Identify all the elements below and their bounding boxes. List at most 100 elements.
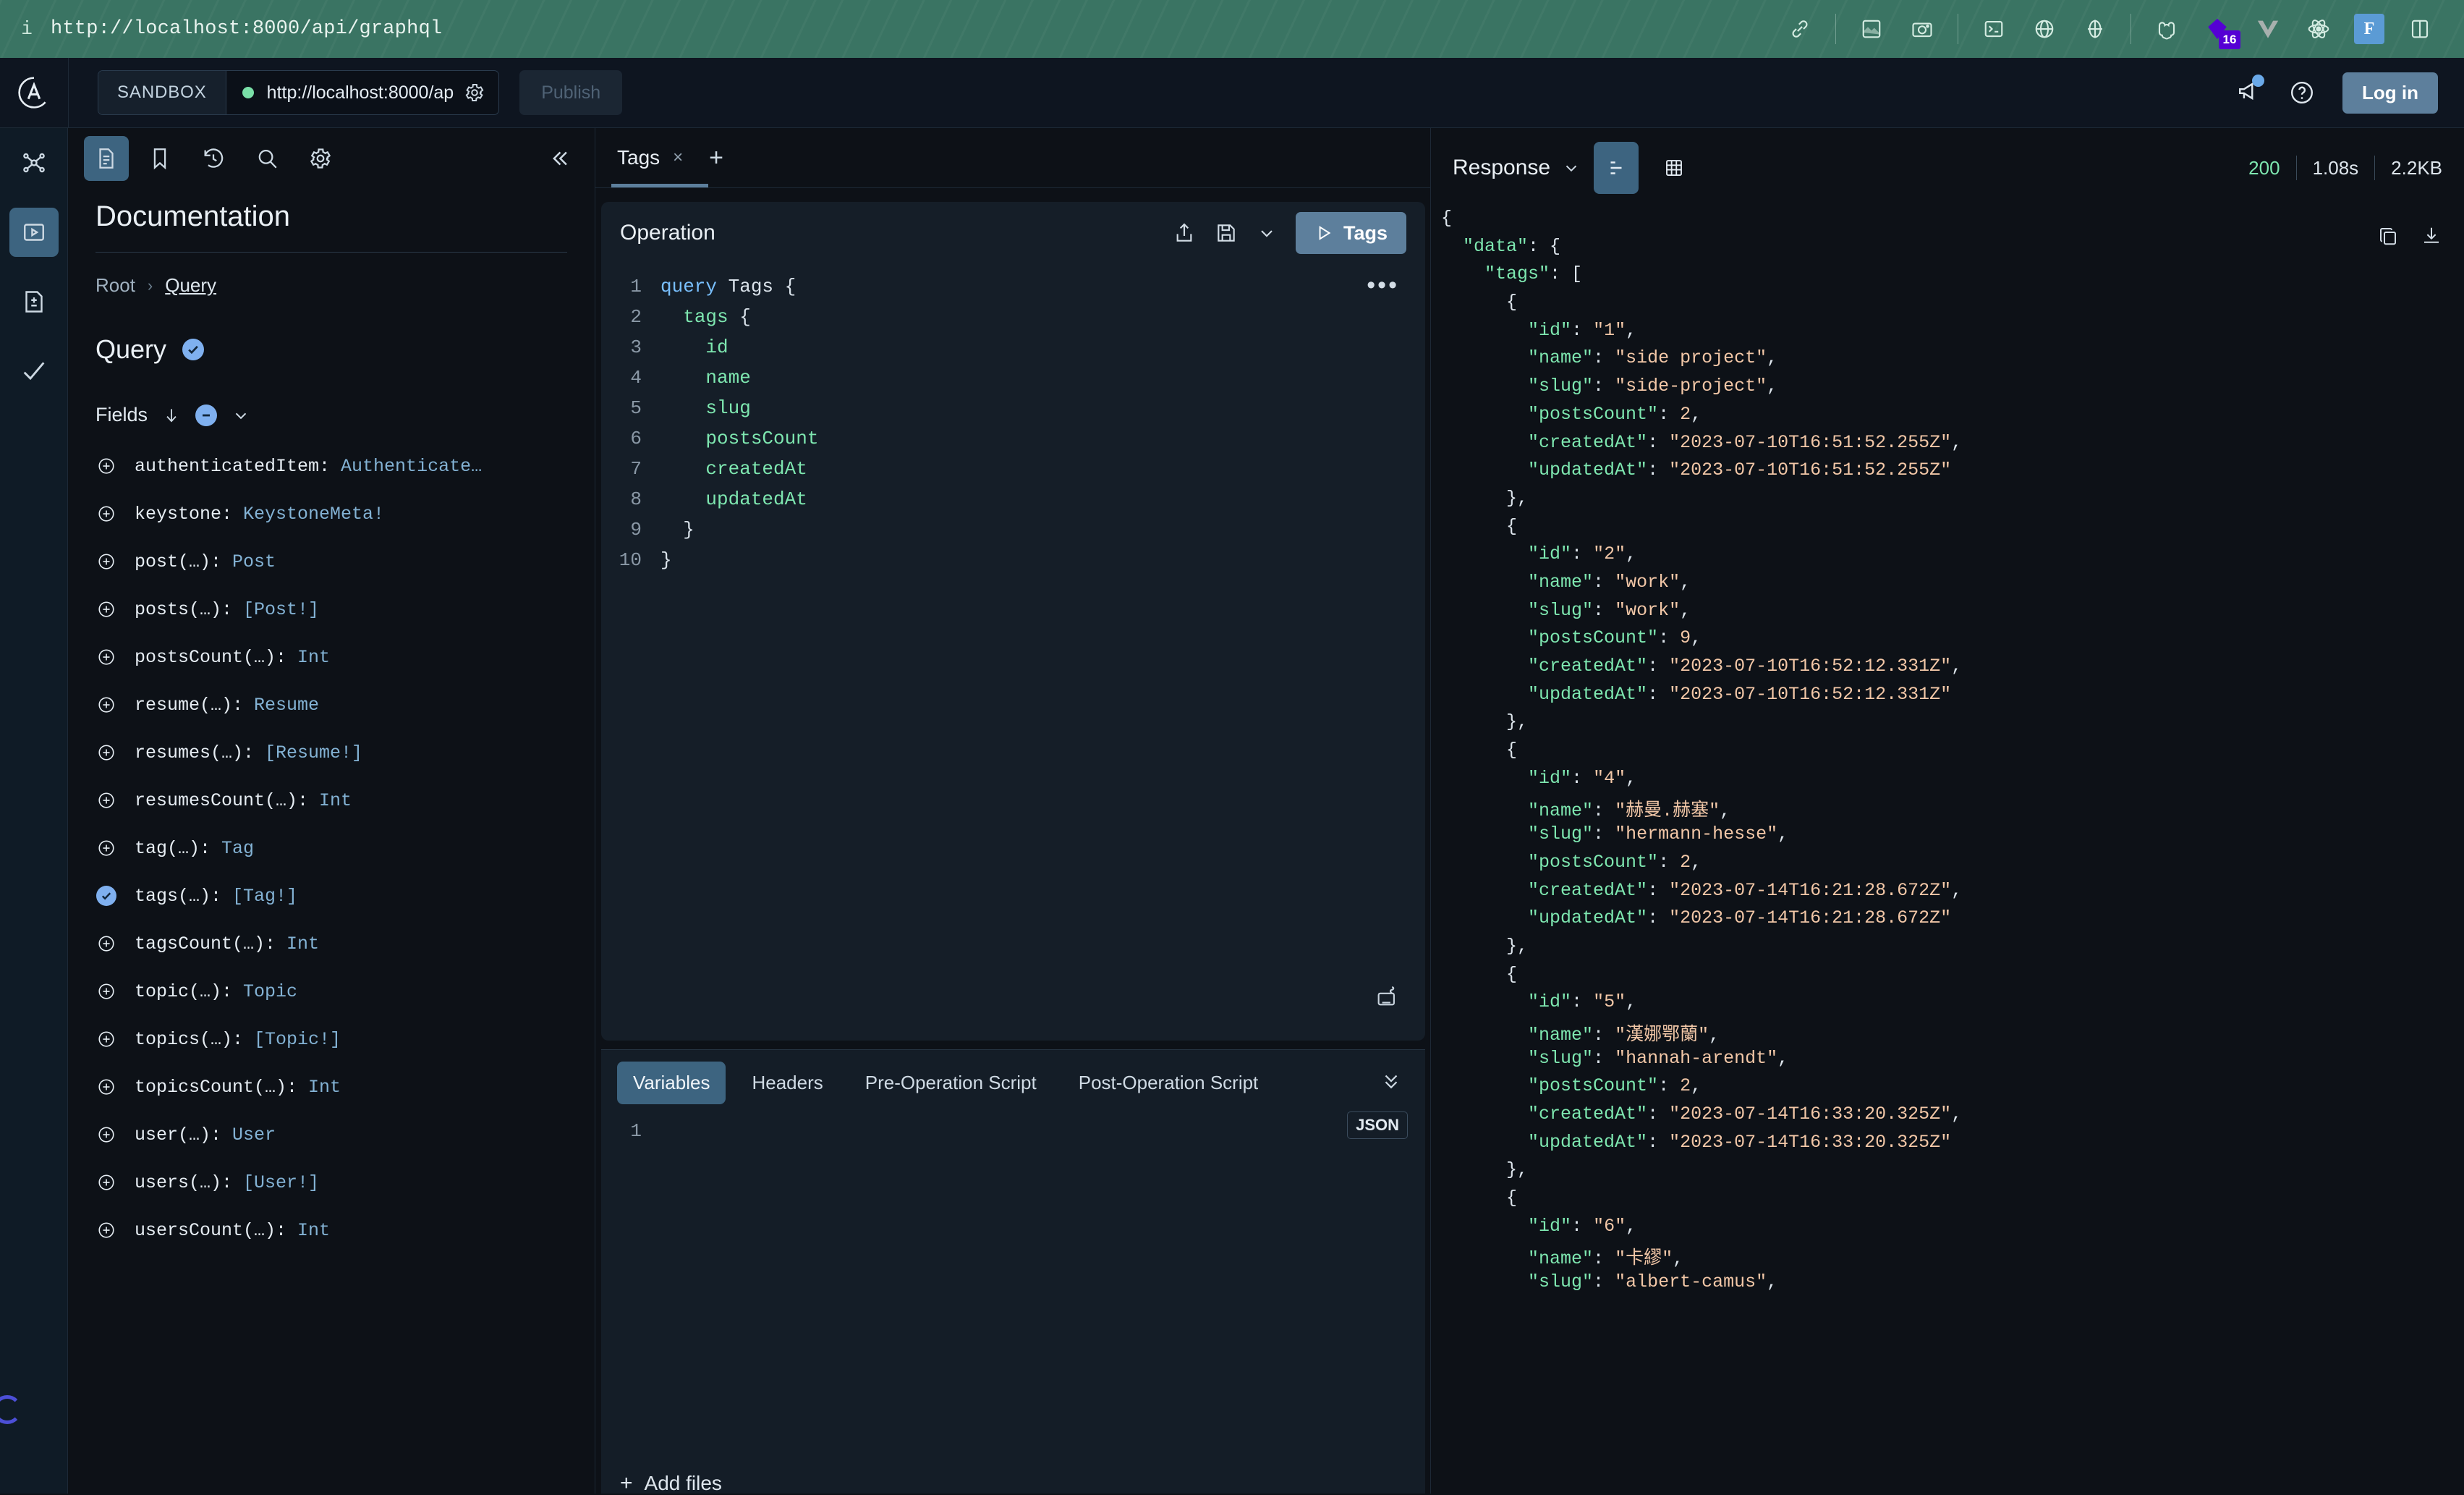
add-tab-icon[interactable]: + [709,145,723,170]
field-row[interactable]: authenticatedItem: Authenticate… [95,442,567,490]
field-row[interactable]: resumesCount(…): Int [95,776,567,824]
globe-icon[interactable] [2026,10,2063,48]
field-row[interactable]: tags(…): [Tag!] [95,872,567,920]
field-row[interactable]: resumes(…): [Resume!] [95,729,567,776]
field-row[interactable]: keystone: KeystoneMeta! [95,490,567,538]
file-diff-icon[interactable] [9,277,59,326]
image-capture-icon[interactable] [1853,10,1890,48]
login-button[interactable]: Log in [2342,72,2438,114]
split-view-icon[interactable] [2401,10,2439,48]
tab-headers[interactable]: Headers [736,1062,838,1104]
add-files-button[interactable]: + Add files [620,1472,722,1495]
search-icon[interactable] [245,136,289,181]
selected-check-icon[interactable] [182,339,205,360]
camera-icon[interactable] [1903,10,1941,48]
font-icon[interactable]: F [2350,10,2388,48]
checkmark-icon[interactable] [9,347,59,396]
add-field-icon[interactable] [95,1076,117,1098]
add-field-icon[interactable] [95,455,117,477]
keyboard-icon[interactable] [1375,984,1399,1012]
deselect-all-icon[interactable] [195,404,218,426]
tab-variables[interactable]: Variables [617,1062,726,1104]
chevron-down-icon[interactable] [1562,158,1581,177]
vue-icon[interactable] [2249,10,2287,48]
code-line: 1 query Tags { [601,271,1425,302]
terminal-icon[interactable] [1975,10,2013,48]
add-field-icon[interactable] [95,598,117,620]
tab-post-operation-script[interactable]: Post-Operation Script [1063,1062,1275,1104]
download-icon[interactable] [2421,225,2442,250]
breadcrumb: Root › Query [95,253,567,297]
variables-editor[interactable]: JSON 1 [601,1104,1425,1142]
field-row[interactable]: user(…): User [95,1111,567,1159]
documentation-icon[interactable] [84,135,129,181]
copy-icon[interactable] [2377,225,2399,250]
field-row[interactable]: topicsCount(…): Int [95,1063,567,1111]
link-icon[interactable] [1781,10,1819,48]
field-row[interactable]: usersCount(…): Int [95,1206,567,1254]
endpoint-url-input[interactable]: http://localhost:8000/ap [267,82,454,103]
add-field-icon[interactable] [95,933,117,954]
run-operation-button[interactable]: Tags [1295,212,1406,254]
browser-url-text[interactable]: http://localhost:8000/api/graphql [51,18,442,40]
help-circle-icon[interactable] [2289,80,2315,106]
cookie-icon[interactable] [2148,10,2185,48]
add-field-icon[interactable] [95,837,117,859]
add-field-icon[interactable] [95,1172,117,1193]
share-icon[interactable] [1173,221,1196,245]
add-field-icon[interactable] [95,981,117,1002]
history-icon[interactable] [191,136,236,181]
add-field-icon[interactable] [95,694,117,716]
response-json-viewer[interactable]: { "data": { "tags": [ { "id": "1", "name… [1431,208,2464,1481]
add-field-icon[interactable] [95,742,117,763]
add-field-icon[interactable] [95,1219,117,1241]
more-horizontal-icon[interactable]: ••• [1367,271,1399,300]
explorer-play-icon[interactable] [9,208,59,257]
json-view-icon[interactable] [1594,142,1639,194]
response-panel: Response 200 1.08s 2.2KB {"data": {"ta… [1431,128,2464,1494]
table-view-icon[interactable] [1652,142,1696,194]
graphql-code-editor[interactable]: ••• 1 query Tags {2 tags {3 id 4 name 5 slu… [601,264,1425,1031]
add-field-icon[interactable] [95,551,117,572]
save-icon[interactable] [1215,221,1238,245]
field-row[interactable]: resume(…): Resume [95,681,567,729]
field-row[interactable]: tagsCount(…): Int [95,920,567,967]
field-row[interactable]: users(…): [User!] [95,1159,567,1206]
selected-check-icon[interactable] [95,885,117,907]
bookmark-icon[interactable] [137,136,182,181]
endpoint-selector[interactable]: SANDBOX http://localhost:8000/ap [98,70,500,115]
close-icon[interactable]: × [673,148,683,168]
breadcrumb-root[interactable]: Root [95,274,135,297]
gear-icon[interactable] [464,82,485,103]
field-row[interactable]: topic(…): Topic [95,967,567,1015]
field-row[interactable]: posts(…): [Post!] [95,585,567,633]
field-row[interactable]: topics(…): [Topic!] [95,1015,567,1063]
publish-button[interactable]: Publish [519,70,623,115]
field-row[interactable]: postsCount(…): Int [95,633,567,681]
field-row[interactable]: post(…): Post [95,538,567,585]
target-icon[interactable] [2076,10,2114,48]
gatsby-icon[interactable]: 16 [2199,10,2240,49]
json-format-badge[interactable]: JSON [1347,1111,1408,1139]
megaphone-icon[interactable] [2237,74,2265,107]
field-row[interactable]: tag(…): Tag [95,824,567,872]
add-field-icon[interactable] [95,646,117,668]
add-field-icon[interactable] [95,1124,117,1145]
field-name: usersCount(…): [135,1219,298,1241]
gear-icon[interactable] [298,136,343,181]
tab-pre-operation-script[interactable]: Pre-Operation Script [849,1062,1053,1104]
chevrons-down-icon[interactable] [1380,1070,1409,1096]
breadcrumb-current[interactable]: Query [165,274,216,297]
schema-graph-icon[interactable] [9,138,59,187]
add-field-icon[interactable] [95,789,117,811]
chevron-down-icon[interactable] [231,406,250,425]
sort-down-icon[interactable] [162,406,181,425]
add-field-icon[interactable] [95,1028,117,1050]
add-field-icon[interactable] [95,503,117,525]
chevron-down-icon[interactable] [1257,223,1277,243]
apollo-logo-icon[interactable] [0,58,69,127]
react-icon[interactable] [2300,10,2337,48]
tab-tags[interactable]: Tags × [611,128,689,188]
chevrons-left-icon[interactable] [547,146,579,171]
json-line: "slug": "side-project", [1528,376,1778,397]
